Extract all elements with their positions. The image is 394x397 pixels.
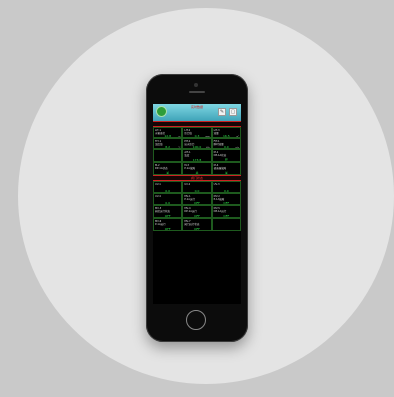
status-cell[interactable]: M-1 DP-1A状态 开 [211, 149, 241, 162]
valve-cell[interactable]: MV-3 阀位运行状态 OFF [153, 205, 183, 218]
valve-name: 阀位运行状态 [155, 210, 171, 213]
valve-cell[interactable]: UV-2 0.0 [182, 181, 212, 193]
app-title: 实时数据 [190, 105, 203, 109]
reading-cell[interactable]: LIT-3 流量 16.5 m³ [211, 127, 241, 138]
valve-tag: UV-4 [155, 195, 161, 198]
status-cell[interactable]: AIT-1 浊度 173.8 [182, 149, 212, 162]
app-header: 实时数据 ✎ ▢ [153, 104, 241, 121]
valve-tag: UV-1 [155, 183, 161, 186]
status-cell[interactable]: M-4 调速器故障 关 [211, 162, 241, 175]
readings-grid: LIT-1 水箱液位 12.8 m LIT-2 压力值 0.3 mpa LIT-… [153, 127, 241, 149]
status-value: 关 [166, 171, 170, 175]
valve-value: OFF [194, 227, 200, 231]
status-cell [153, 149, 183, 162]
valve-cell[interactable]: UV-1 0.0 [153, 181, 183, 193]
valve-cell[interactable]: MV-7 阀门运行状态 OFF [182, 218, 212, 231]
valve-name: 阀门运行状态 [184, 223, 200, 226]
valve-tag: UV-2 [184, 183, 191, 186]
valve-grid-2: MV-3 阀位运行状态 OFF MV-4 DP-1A运行 OFF MV-5 DP… [153, 205, 241, 231]
valve-name: P-1A运行 [155, 223, 166, 226]
valve-tag: UV-3 [213, 183, 220, 186]
status-name: DP-1A状态 [155, 167, 168, 170]
smartphone-mockup: 实时数据 ✎ ▢ LIT-1 水箱液位 12.8 m LIT-2 压力值 0.3… [146, 74, 248, 342]
valve-cell [211, 218, 241, 231]
status-name: 调速器故障 [213, 167, 227, 170]
valve-cell[interactable]: MV-5 DP-1A运行 OFF [211, 205, 241, 218]
valve-cell[interactable]: MV-4 DP-1A运行 OFF [182, 205, 212, 218]
status-cell[interactable]: M-3 P-1A故障 关 [182, 162, 212, 175]
menu-button[interactable]: ▢ [229, 108, 237, 116]
valve-cell[interactable]: MV-1 P-1A运行 OFF [182, 193, 212, 205]
phone-screen: 实时数据 ✎ ▢ LIT-1 水箱液位 12.8 m LIT-2 压力值 0.3… [153, 104, 241, 304]
status-value: 关 [224, 171, 228, 175]
reading-cell[interactable]: LIT-2 压力值 0.3 mpa [182, 127, 212, 138]
valve-name: DP-1A运行 [213, 210, 227, 213]
valve-grid-1: UV-1 0.0 UV-2 0.0 UV-3 0.0 UV-4 0.0 MV-1… [153, 181, 241, 205]
valve-cell[interactable]: UV-3 0.0 [211, 181, 241, 193]
status-cell[interactable]: M-2 DP-1A状态 关 [153, 162, 183, 175]
valve-value: OFF [164, 227, 171, 231]
front-camera [194, 83, 198, 87]
valve-name: DP-1A运行 [184, 210, 197, 213]
valve-cell[interactable]: MV-6 P-1A运行 OFF [153, 218, 183, 231]
valve-cell[interactable]: UV-4 0.0 [153, 193, 183, 205]
earpiece-speaker [189, 91, 205, 93]
reading-cell[interactable]: PIT-1 出水压力 100.0 kPa [182, 138, 212, 149]
edit-button[interactable]: ✎ [218, 108, 226, 116]
status-name: 浊度 [184, 154, 190, 157]
status-name: P-1A故障 [184, 167, 195, 170]
reading-cell[interactable]: TIT-1 温度值 8.2 ℃ [153, 138, 183, 149]
status-value: 关 [195, 171, 199, 175]
reading-cell[interactable]: LIT-1 水箱液位 12.8 m [153, 127, 183, 138]
status-name: DP-1A状态 [213, 154, 227, 157]
reading-cell[interactable]: FIT-1 瞬时流量 0.0 m/s [211, 138, 241, 149]
valve-cell[interactable]: MV-2 P-1A故障 OFF [211, 193, 241, 205]
home-button[interactable] [186, 310, 206, 330]
status-grid: AIT-1 浊度 173.8 M-1 DP-1A状态 开 M-2 DP-1A状态… [153, 149, 241, 175]
